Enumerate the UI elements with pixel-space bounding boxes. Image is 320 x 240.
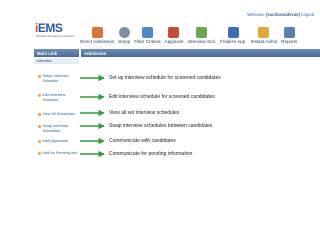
sidebar-item-label: View All Schedules xyxy=(42,112,75,116)
nav-label: Instant Admit xyxy=(250,39,278,44)
nav-label: Finalize App. xyxy=(220,39,247,44)
sidebar-item-swap-interview[interactable]: Swap Interview Schedules xyxy=(38,124,80,133)
sidebar-subtitle: Interview xyxy=(34,58,79,64)
user-add-icon xyxy=(91,27,103,38)
sidebar-item-edit-interview[interactable]: Edit Interview Schedule xyxy=(38,93,80,102)
sidebar-item-label: Mail for Pending Info xyxy=(42,151,78,155)
filter-icon xyxy=(141,27,153,38)
gear-icon xyxy=(118,27,130,38)
description-edit: Edit interview schedule for screened can… xyxy=(109,94,215,100)
bullet-icon xyxy=(38,140,41,143)
sidebar-item-mail-pending[interactable]: Mail for Pending Info xyxy=(38,151,80,156)
sidebar-item-setup-interview[interactable]: Setup Interview Schedule xyxy=(38,74,80,83)
applicant-icon xyxy=(168,27,180,38)
bullet-icon xyxy=(38,94,41,97)
bullet-icon xyxy=(38,113,41,116)
sidebar-item-label: Edit Interview Schedule xyxy=(42,93,66,102)
chart-icon xyxy=(283,27,295,38)
description-pending: Communicate for pending information xyxy=(109,151,193,157)
main-panel-title: Admission xyxy=(81,49,320,57)
welcome-user: (sunilvasudevan) xyxy=(265,12,301,17)
sidebar-title: Main Link xyxy=(34,49,79,57)
bullet-icon xyxy=(38,152,41,155)
nav-label: Setup xyxy=(118,39,131,44)
logo-text: iEMS xyxy=(35,21,63,35)
nav-setup[interactable]: Setup xyxy=(116,18,132,44)
nav-label: Filter Criteria xyxy=(134,39,161,44)
nav-finalize-app[interactable]: Finalize App. xyxy=(218,18,248,44)
calendar-icon xyxy=(196,27,208,38)
admit-icon xyxy=(258,27,270,38)
nav-direct-admission[interactable]: Direct Admission xyxy=(78,18,116,44)
description-swap: Swap interview schedules between candida… xyxy=(109,123,213,129)
nav-label: Interview Sch. xyxy=(187,39,217,44)
top-nav: Direct Admission Setup Filter Criteria A… xyxy=(78,18,299,44)
nav-label: Direct Admission xyxy=(80,39,115,44)
welcome-text: Welcome (sunilvasudevan) Logout xyxy=(247,12,314,17)
description-view: View all set interview schedules xyxy=(109,110,180,116)
logo-main: EMS xyxy=(37,21,63,35)
description-setup: Set up interview schedule for screened c… xyxy=(109,75,221,81)
logout-link[interactable]: Logout xyxy=(301,12,314,17)
nav-filter-criteria[interactable]: Filter Criteria xyxy=(132,18,162,44)
iems-logo: iEMS Education Management Solutions xyxy=(34,18,75,44)
nav-label: Reports xyxy=(281,39,298,44)
checklist-icon xyxy=(227,27,239,38)
sidebar-item-view-all[interactable]: View All Schedules xyxy=(38,112,80,117)
sidebar-item-label: Mail Applicants xyxy=(42,139,68,143)
nav-instant-admit[interactable]: Instant Admit xyxy=(249,18,280,44)
nav-reports[interactable]: Reports xyxy=(279,18,299,44)
nav-interview-sch[interactable]: Interview Sch. xyxy=(185,18,218,44)
bullet-icon xyxy=(38,75,41,78)
sidebar-item-mail-applicants[interactable]: Mail Applicants xyxy=(38,139,80,144)
nav-applicant[interactable]: Applicant xyxy=(163,18,186,44)
welcome-label: Welcome xyxy=(247,12,265,17)
nav-label: Applicant xyxy=(164,39,184,44)
logo-subtitle: Education Management Solutions xyxy=(36,35,75,38)
sidebar-item-label: Setup Interview Schedule xyxy=(42,74,69,83)
bullet-icon xyxy=(38,125,41,128)
sidebar-item-label: Swap Interview Schedules xyxy=(42,124,69,133)
description-mail: Communicate with candidates xyxy=(109,138,176,144)
app-header: Welcome (sunilvasudevan) Logout iEMS Edu… xyxy=(34,6,320,44)
